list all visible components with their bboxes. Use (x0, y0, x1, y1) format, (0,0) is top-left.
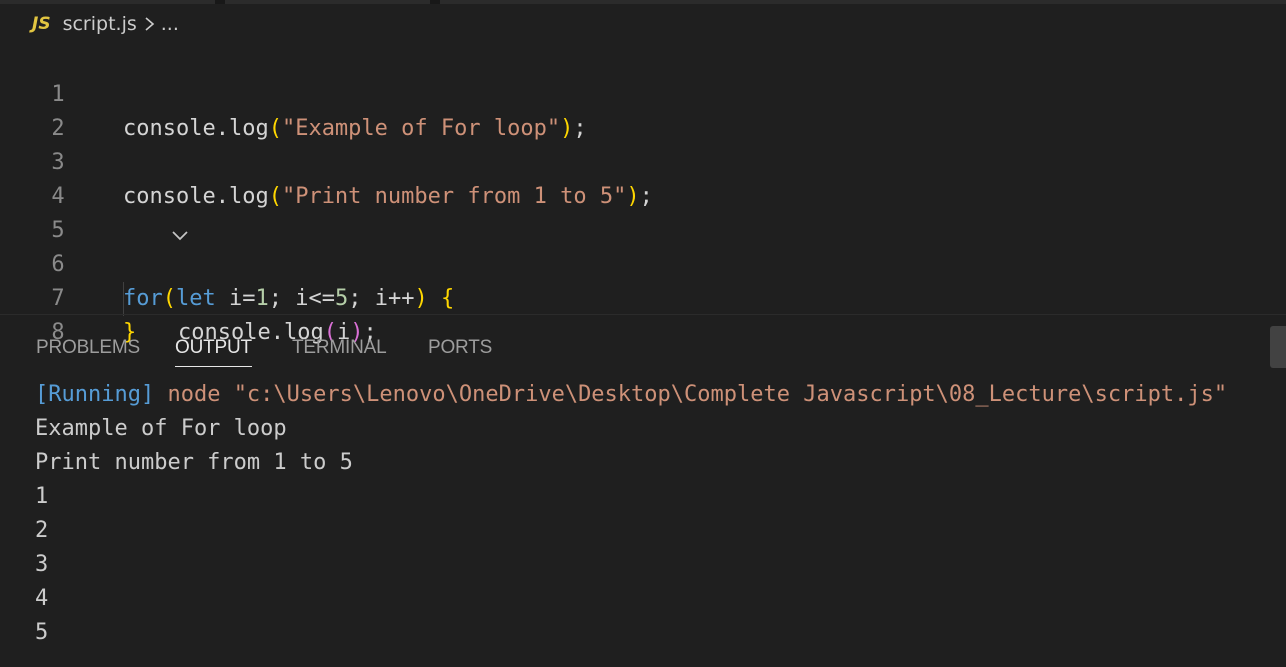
run-command: node "c:\Users\Lenovo\OneDrive\Desktop\C… (154, 382, 1228, 407)
code-line[interactable]: 1 console.log("Example of For loop"); (0, 44, 1286, 141)
tab-strip-segment (225, 0, 430, 4)
javascript-file-icon: JS (32, 14, 51, 34)
code-line[interactable]: 8 (0, 282, 1286, 345)
output-line: 2 (35, 518, 49, 543)
output-line: 4 (35, 586, 49, 611)
code-line[interactable]: 7 } (0, 248, 1286, 345)
panel-tab-bar: PROBLEMS OUTPUT TERMINAL PORTS (0, 330, 1286, 370)
breadcrumb-more[interactable]: ... (161, 13, 179, 35)
running-tag: [Running] (35, 382, 155, 407)
output-line: 1 (35, 484, 49, 509)
breadcrumb-file[interactable]: script.js (63, 13, 137, 35)
chevron-down-icon[interactable] (91, 188, 189, 241)
output-panel[interactable]: [Running] node "c:\Users\Lenovo\OneDrive… (35, 378, 1286, 650)
scrollbar-thumb[interactable] (1270, 326, 1286, 368)
editor-tab-strip (0, 0, 1286, 4)
chevron-right-icon (143, 14, 157, 34)
code-line[interactable]: 6 console.log(i); (0, 214, 1286, 345)
output-line: 5 (35, 620, 49, 645)
panel-divider[interactable] (0, 314, 1286, 315)
tab-terminal[interactable]: TERMINAL (292, 330, 387, 366)
output-line-running: [Running] node "c:\Users\Lenovo\OneDrive… (35, 378, 1286, 412)
code-line[interactable]: 3 console.log("Print number from 1 to 5"… (0, 112, 1286, 209)
output-line: 3 (35, 552, 49, 577)
code-editor[interactable]: 1 console.log("Example of For loop"); 2 … (0, 44, 1286, 345)
output-line: Print number from 1 to 5 (35, 450, 353, 475)
tab-output[interactable]: OUTPUT (175, 330, 252, 367)
tab-problems[interactable]: PROBLEMS (36, 330, 140, 366)
breadcrumb: JS script.js ... (32, 11, 179, 37)
code-line[interactable]: 5 for(let i=1; i<=5; i++) { (0, 180, 1286, 311)
tab-strip-segment (440, 0, 1286, 4)
code-line[interactable]: 2 (0, 78, 1286, 141)
tab-ports[interactable]: PORTS (428, 330, 492, 366)
output-line: Example of For loop (35, 416, 287, 441)
tab-strip-segment (0, 0, 215, 4)
code-line[interactable]: 4 (0, 146, 1286, 209)
